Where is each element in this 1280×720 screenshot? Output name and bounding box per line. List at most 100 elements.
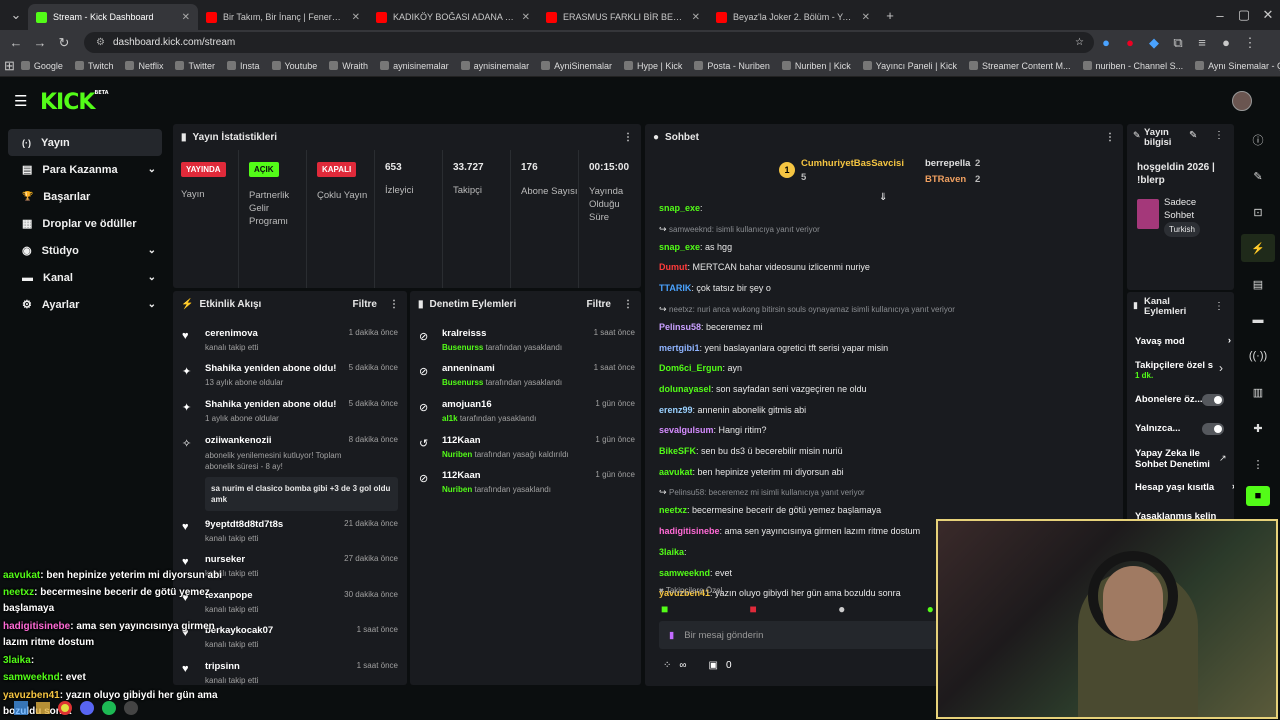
users-icon[interactable]: ⁘: [663, 660, 671, 671]
chat-username[interactable]: 3laika: [659, 547, 684, 557]
media-icon[interactable]: ≡: [1190, 35, 1214, 50]
chat-username[interactable]: TTARIK: [659, 283, 691, 293]
wrench-icon[interactable]: ✚: [1241, 414, 1275, 442]
kick-logo[interactable]: KICKBETA: [40, 90, 109, 115]
green-action-icon[interactable]: ■: [1246, 486, 1270, 506]
top-gifter-2[interactable]: berrepella: [925, 158, 970, 169]
subscribers-only-row[interactable]: Abonelere öz...: [1135, 394, 1207, 405]
bookmark-item[interactable]: Wraith: [323, 61, 374, 71]
url-field[interactable]: ⚙ dashboard.kick.com/stream ☆: [84, 32, 1094, 53]
back-icon[interactable]: ←: [4, 35, 28, 50]
tab-0[interactable]: Stream - Kick Dashboard ✕: [28, 4, 198, 30]
bookmark-item[interactable]: Netflix: [119, 61, 169, 71]
bookmark-item[interactable]: aynisinemalar: [374, 61, 455, 71]
broadcast-icon[interactable]: ((·)): [1241, 342, 1275, 370]
tab-1[interactable]: Bir Takım, Bir İnanç | Fenerbahçe ✕: [198, 4, 368, 30]
sidebar-item-para-kazanma[interactable]: ▤ Para Kazanma ⌄: [8, 156, 162, 183]
emote-icon[interactable]: ■: [750, 602, 757, 616]
account-age-row[interactable]: Hesap yaşı kısıtla ›: [1135, 481, 1234, 493]
forward-icon[interactable]: →: [28, 35, 52, 50]
chrome-icon[interactable]: [58, 700, 72, 715]
chat-username[interactable]: snap_exe: [659, 242, 700, 252]
windows-start-icon[interactable]: [14, 700, 28, 715]
ai-moderation-row[interactable]: Yapay Zeka ile Sohbet Denetimi: [1135, 448, 1219, 470]
store-icon[interactable]: ▣: [709, 660, 718, 671]
chat-username[interactable]: neetxz: [659, 505, 687, 515]
bookmark-item[interactable]: Insta: [221, 61, 266, 71]
emotes-only-row[interactable]: Yalnızca...: [1135, 423, 1207, 434]
bookmark-item[interactable]: aynisinemalar: [455, 61, 536, 71]
sidebar-item-kanal[interactable]: ▬ Kanal ⌄: [8, 264, 162, 291]
reload-icon[interactable]: ↻: [52, 35, 76, 51]
subscribers-only-toggle[interactable]: [1202, 394, 1224, 406]
close-icon[interactable]: ✕: [352, 12, 360, 23]
sidebar-item-studyo[interactable]: ◉ Stüdyo ⌄: [8, 237, 162, 264]
more-options-icon[interactable]: ⋮: [1214, 130, 1224, 141]
close-window-icon[interactable]: ✕: [1256, 7, 1280, 23]
chat-username[interactable]: Pelinsu58: [659, 322, 701, 332]
chat-username[interactable]: hadigitisinebe: [659, 526, 720, 536]
mic-icon[interactable]: ▮: [669, 630, 674, 641]
chat-username[interactable]: Dumut: [659, 262, 688, 272]
top-gifter-1[interactable]: CumhuriyetBasSavcisi: [801, 158, 904, 169]
site-info-icon[interactable]: ⚙: [96, 37, 105, 48]
profile-icon[interactable]: ●: [1214, 35, 1238, 50]
followers-only-row[interactable]: Takipçilere özel s1 dk.: [1135, 360, 1227, 380]
discord-icon[interactable]: [80, 700, 94, 715]
bolt-icon[interactable]: ⚡: [1241, 234, 1275, 262]
chat-username[interactable]: snap_exe: [659, 203, 700, 213]
extension-icon[interactable]: ◆: [1142, 35, 1166, 51]
filter-button[interactable]: Filtre: [353, 299, 377, 310]
category-name[interactable]: Sadece Sohbet: [1164, 196, 1224, 222]
close-icon[interactable]: ✕: [692, 12, 700, 23]
tab-4[interactable]: Beyaz'la Joker 2. Bölüm - YouTu ✕: [708, 4, 878, 30]
info-icon[interactable]: ⓘ: [1241, 126, 1275, 154]
tab-2[interactable]: KADIKÖY BOĞASI ADANA YÜRÜ ✕: [368, 4, 538, 30]
chat-username[interactable]: sevalgulsum: [659, 425, 714, 435]
chat-username[interactable]: dolunayasel: [659, 384, 711, 394]
bookmark-item[interactable]: Google: [15, 61, 69, 71]
more-options-icon[interactable]: ⋮: [1214, 301, 1224, 312]
chat-username[interactable]: mertgibi1: [659, 343, 700, 353]
bookmark-item[interactable]: Nuriben | Kick: [776, 61, 857, 71]
chat-username[interactable]: erenz99: [659, 405, 693, 415]
more-options-icon[interactable]: ⋮: [389, 299, 399, 310]
bookmark-item[interactable]: Youtube: [266, 61, 324, 71]
more-options-icon[interactable]: ⋮: [1241, 450, 1275, 478]
close-icon[interactable]: ✕: [182, 12, 190, 23]
chat-bubble-icon[interactable]: ▬: [1241, 306, 1275, 334]
tab-3[interactable]: ERASMUS FARKLI BİR BEDENDE ✕: [538, 4, 708, 30]
bookmark-item[interactable]: AyniSinemalar: [535, 61, 618, 71]
apps-grid-icon[interactable]: ⊞: [4, 58, 15, 74]
extensions-puzzle-icon[interactable]: ⧉: [1166, 35, 1190, 51]
pencil-icon[interactable]: ✎: [1241, 162, 1275, 190]
bookmark-item[interactable]: Streamer Content M...: [963, 61, 1077, 71]
avatar[interactable]: [1232, 91, 1252, 111]
file-explorer-icon[interactable]: [36, 701, 50, 714]
spotify-icon[interactable]: [102, 700, 116, 715]
bookmark-item[interactable]: Hype | Kick: [618, 61, 688, 71]
close-icon[interactable]: ✕: [862, 12, 870, 23]
new-tab-icon[interactable]: +: [878, 8, 902, 23]
filter-button[interactable]: Filtre: [587, 299, 611, 310]
chat-username[interactable]: aavukat: [659, 467, 693, 477]
edit-icon[interactable]: ✎: [1189, 130, 1197, 141]
emote-icon[interactable]: ●: [927, 602, 934, 616]
more-options-icon[interactable]: ⋮: [623, 132, 633, 143]
emote-icon[interactable]: ●: [838, 602, 845, 616]
top-gifter-3[interactable]: BTRaven: [925, 174, 966, 185]
sidebar-item-basarilar[interactable]: 🏆 Başarılar: [8, 183, 162, 210]
document-icon[interactable]: ▤: [1241, 270, 1275, 298]
chat-username[interactable]: BikeSFK: [659, 446, 696, 456]
bookmark-item[interactable]: Yayıncı Paneli | Kick: [857, 61, 963, 71]
sidebar-item-ayarlar[interactable]: ⚙ Ayarlar ⌄: [8, 291, 162, 318]
slow-mode-row[interactable]: Yavaş mod ›: [1135, 335, 1231, 347]
more-options-icon[interactable]: ⋮: [623, 299, 633, 310]
sidebar-item-yayin[interactable]: (·) Yayın: [8, 129, 162, 156]
tab-search-icon[interactable]: ⌄: [4, 7, 28, 23]
extension-icon[interactable]: ●: [1118, 35, 1142, 50]
emote-icon[interactable]: ■: [661, 602, 668, 616]
crop-icon[interactable]: ⊡: [1241, 198, 1275, 226]
sidebar-item-droplar[interactable]: ▦ Droplar ve ödüller: [8, 210, 162, 237]
chat-username[interactable]: Dom6ci_Ergun: [659, 363, 723, 373]
